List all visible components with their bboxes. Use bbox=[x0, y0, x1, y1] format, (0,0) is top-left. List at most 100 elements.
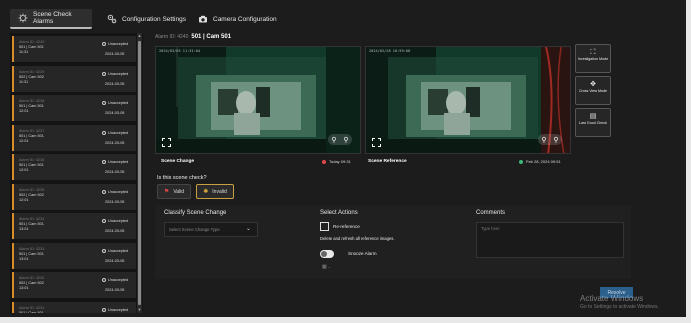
alarm-status-text: Unaccepted bbox=[108, 160, 129, 164]
alarm-list-item[interactable]: Alarm ID: 4232 502 | Cam 502 13:01 Unaccept… bbox=[12, 272, 136, 298]
alarm-status-text: Unaccepted bbox=[108, 71, 129, 76]
frame-timestamp-overlay: 2024/02/28 10:59:08 bbox=[369, 49, 411, 53]
alarm-list-item[interactable]: Alarm ID: 4234 501 | Cam 501 13:01 Unaccept… bbox=[12, 213, 136, 239]
investigation-mode-label: Investigation Mode bbox=[577, 57, 609, 61]
alarm-date: 2024-03-05 bbox=[105, 170, 125, 174]
investigation-mode-button[interactable]: ⛶ Investigation Mode bbox=[575, 44, 611, 73]
tab-camera-configuration[interactable]: Camera Configuration bbox=[198, 9, 277, 29]
alarm-camera: 502 | Cam 502 bbox=[19, 74, 44, 79]
scene-reference-caption: Scene Reference bbox=[368, 159, 407, 164]
invalid-button[interactable]: ✱ Invalid bbox=[196, 184, 234, 199]
alarm-date: 2024-03-05 bbox=[105, 111, 125, 115]
alarm-time: 13:01 bbox=[19, 227, 29, 231]
activate-windows-watermark: Activate Windows bbox=[580, 294, 644, 303]
alarm-list-item[interactable]: Alarm ID: 4236 501 | Cam 501 12:01 Unaccept… bbox=[12, 154, 136, 180]
scene-reference-date-text: Feb 28, 2024 09:51 bbox=[526, 159, 561, 164]
tab-scene-check-alarms[interactable]: Scene Check Alarms bbox=[10, 9, 92, 29]
clock-icon bbox=[102, 189, 106, 194]
scene-change-date: Today 09:31 bbox=[322, 159, 351, 164]
zoom-controls: ⚲ ⚲ bbox=[538, 134, 562, 145]
alarm-camera: 501 | Cam 501 bbox=[19, 163, 44, 167]
alarm-sidebar: Alarm ID: 4240 501 | Cam 501 11:31 Unaccept… bbox=[10, 33, 143, 313]
scene-change-status-dot bbox=[322, 159, 326, 164]
cross-view-mode-label: Cross View Mode bbox=[578, 89, 608, 93]
cross-view-icon: ✥ bbox=[590, 81, 596, 88]
alarm-id: Alarm ID: 4233 bbox=[19, 246, 45, 251]
last-good-check-button[interactable]: ▤ Last Good Check bbox=[575, 108, 611, 137]
select-actions-title: Select Actions bbox=[320, 210, 358, 216]
activate-windows-subtitle: Go to Settings to activate Windows. bbox=[580, 304, 659, 310]
tab-label: Configuration Settings bbox=[122, 15, 186, 23]
alarm-list-item[interactable]: Alarm ID: 4235 502 | Cam 502 12:01 Unaccept… bbox=[12, 183, 136, 210]
alarm-status: Unaccepted bbox=[102, 130, 128, 135]
scene-check-question: Is this scene check? bbox=[157, 175, 207, 181]
alarm-detail-title: Alarm ID: 4240 501 | Cam 501 bbox=[155, 34, 231, 40]
alarm-list-item[interactable]: Alarm ID: 4237 501 | Cam 501 12:01 Unaccept… bbox=[12, 124, 136, 151]
alarm-list-item[interactable]: Alarm ID: 4238 501 | Cam 501 12:01 Unaccept… bbox=[12, 95, 136, 121]
fullscreen-icon[interactable] bbox=[372, 138, 381, 147]
alarm-status: Unaccepted bbox=[102, 160, 128, 164]
clock-icon bbox=[102, 219, 106, 223]
alarm-camera: 502 | Cam 502 bbox=[19, 192, 44, 197]
alarm-status: Unaccepted bbox=[102, 307, 128, 312]
alarm-list-item[interactable]: Alarm ID: 4240 501 | Cam 501 11:31 Unaccept… bbox=[12, 36, 136, 62]
scroll-down-icon[interactable]: ▼ bbox=[137, 307, 142, 313]
rereference-checkbox[interactable] bbox=[320, 222, 329, 231]
alarm-status: Unaccepted bbox=[102, 101, 128, 105]
alarm-status-text: Unaccepted bbox=[108, 189, 129, 194]
last-good-check-label: Last Good Check bbox=[579, 121, 607, 125]
scroll-up-icon[interactable]: ▲ bbox=[137, 33, 142, 39]
alarm-status: Unaccepted bbox=[102, 219, 128, 223]
clock-icon bbox=[102, 248, 106, 253]
scene-reference-frame: 2024/02/28 10:59:08 ⚲ ⚲ bbox=[365, 46, 571, 154]
comments-placeholder: Type here bbox=[481, 226, 500, 231]
alarm-id: Alarm ID: 4234 bbox=[19, 217, 45, 221]
calendar-icon[interactable]: ▦ .. bbox=[322, 264, 331, 270]
tab-configuration-settings[interactable]: Configuration Settings bbox=[107, 9, 186, 29]
comments-textarea[interactable]: Type here bbox=[476, 222, 624, 258]
scene-change-type-select[interactable]: Select Scene Change Type ⌄ bbox=[164, 222, 258, 237]
alarm-list-scrollbar[interactable]: ▲ ▼ bbox=[137, 33, 142, 313]
alarm-id: Alarm ID: 4240 bbox=[19, 40, 45, 44]
alarm-status: Unaccepted bbox=[102, 42, 128, 46]
alarm-status: Unaccepted bbox=[102, 189, 129, 194]
scene-check-icon bbox=[18, 13, 28, 23]
invalid-label: Invalid bbox=[212, 188, 227, 195]
tab-label: Camera Configuration bbox=[213, 15, 277, 23]
scene-change-caption: Scene Change bbox=[161, 159, 195, 164]
cross-view-mode-button[interactable]: ✥ Cross View Mode bbox=[575, 76, 611, 105]
chevron-down-icon: ⌄ bbox=[245, 226, 251, 232]
scrollbar-thumb[interactable] bbox=[138, 41, 141, 305]
zoom-out-icon[interactable]: ⚲ bbox=[541, 136, 546, 144]
comments-title: Comments bbox=[476, 210, 506, 216]
scene-reference-status-dot bbox=[519, 159, 523, 164]
camera-icon bbox=[198, 14, 208, 24]
alarm-id: Alarm ID: 4238 bbox=[19, 99, 45, 103]
valid-button[interactable]: ⚑ Valid bbox=[157, 184, 191, 199]
snooze-alarm-label: Snooze Alarm bbox=[348, 251, 377, 256]
rereference-description: Delete and refresh all reference images. bbox=[320, 236, 395, 241]
snooze-alarm-toggle[interactable] bbox=[320, 250, 334, 258]
settings-gears-icon bbox=[107, 14, 117, 24]
alarm-date: 2024-03-05 bbox=[105, 81, 125, 86]
alarm-date: 2024-03-05 bbox=[105, 140, 125, 145]
alarm-status-text: Unaccepted bbox=[108, 101, 129, 105]
zoom-in-icon[interactable]: ⚲ bbox=[343, 136, 348, 144]
flag-icon: ⚑ bbox=[163, 189, 170, 195]
alarm-list-item[interactable]: Alarm ID: 4233 501 | Cam 501 13:01 Unaccept… bbox=[12, 242, 136, 269]
alarm-list-item[interactable]: Alarm ID: 4239 502 | Cam 502 11:31 Unaccept… bbox=[12, 65, 136, 92]
alarm-camera: 501 | Cam 501 bbox=[19, 222, 44, 226]
fullscreen-icon[interactable] bbox=[162, 138, 171, 147]
alarm-camera: 501 | Cam 501 bbox=[19, 310, 44, 314]
last-good-check-icon: ▤ bbox=[589, 113, 597, 120]
alarm-time: 11:31 bbox=[19, 79, 29, 84]
zoom-in-icon[interactable]: ⚲ bbox=[553, 136, 558, 144]
alarm-list-item[interactable]: Alarm ID: 4231 501 | Cam 501 Unaccepted bbox=[12, 301, 136, 314]
zoom-out-icon[interactable]: ⚲ bbox=[331, 136, 336, 144]
clock-icon bbox=[102, 307, 106, 312]
alarm-status-text: Unaccepted bbox=[108, 219, 129, 223]
alarm-date: 2024-03-05 bbox=[105, 52, 125, 56]
clock-icon bbox=[102, 101, 106, 105]
alarm-camera: 501 | Cam 501 bbox=[19, 45, 44, 49]
alarm-status: Unaccepted bbox=[102, 71, 129, 76]
